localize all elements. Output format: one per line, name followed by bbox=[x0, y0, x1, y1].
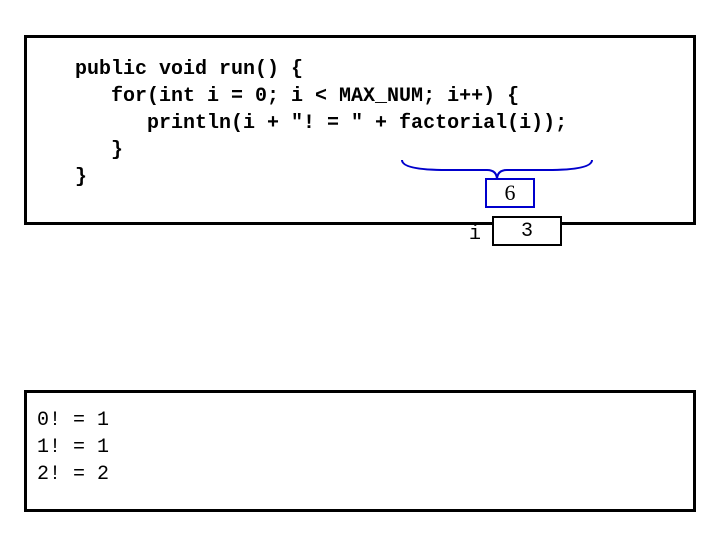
expression-value: 6 bbox=[505, 180, 516, 206]
output-line: 2! = 2 bbox=[37, 461, 683, 488]
code-line: println(i + "! = " + factorial(i)); bbox=[39, 110, 681, 137]
output-panel: 0! = 1 1! = 1 2! = 2 bbox=[24, 390, 696, 512]
code-line: for(int i = 0; i < MAX_NUM; i++) { bbox=[39, 83, 681, 110]
code-panel: public void run() { for(int i = 0; i < M… bbox=[24, 35, 696, 225]
output-line: 0! = 1 bbox=[37, 407, 683, 434]
code-line: public void run() { bbox=[39, 56, 681, 83]
variable-value: 3 bbox=[521, 220, 533, 243]
variable-value-box: 3 bbox=[492, 216, 562, 246]
variable-label: i bbox=[469, 223, 481, 246]
output-line: 1! = 1 bbox=[37, 434, 683, 461]
expression-value-box: 6 bbox=[485, 178, 535, 208]
